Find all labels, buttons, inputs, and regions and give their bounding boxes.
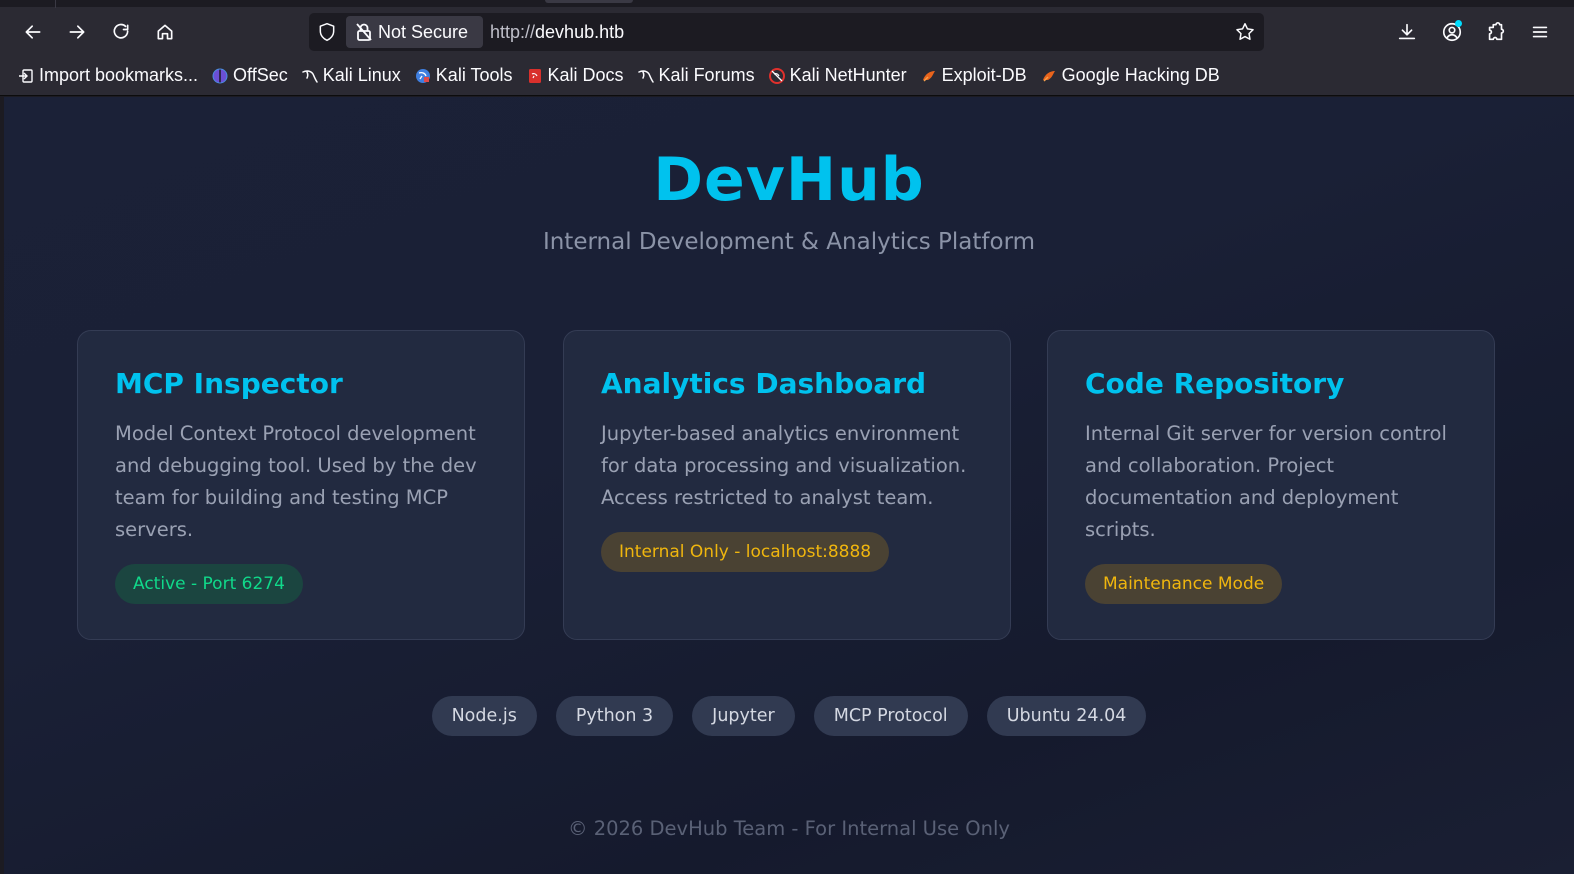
download-icon: [1398, 23, 1416, 40]
status-badge: Maintenance Mode: [1085, 564, 1283, 604]
bookmark-label: Kali Linux: [322, 65, 401, 85]
back-button[interactable]: [17, 16, 49, 48]
bookmarks-toolbar: Import bookmarks... OffSec Kali Linux Kali …: [0, 56, 1574, 96]
bookmark-label: Kali NetHunter: [789, 65, 907, 85]
menu-button[interactable]: [1524, 16, 1556, 48]
card-analytics-dashboard: Analytics Dashboard Jupyter-based analyt…: [563, 330, 1011, 640]
tracking-protection-icon[interactable]: [317, 22, 337, 42]
card-title: MCP Inspector: [115, 367, 343, 400]
extensions-button[interactable]: [1480, 16, 1512, 48]
bookmark-item[interactable]: Exploit-DB: [921, 65, 1027, 86]
card-mcp-inspector: MCP Inspector Model Context Protocol dev…: [77, 330, 525, 640]
bookmark-label: Google Hacking DB: [1061, 65, 1220, 85]
tab-edge: [55, 0, 56, 8]
reload-button[interactable]: [105, 16, 137, 48]
bookmark-label: Kali Tools: [435, 65, 513, 85]
tech-tag: Ubuntu 24.04: [986, 696, 1147, 736]
star-icon: [1236, 23, 1254, 40]
bookmark-label: Import bookmarks...: [39, 65, 199, 85]
page-subtitle: Internal Development & Analytics Platfor…: [542, 229, 1036, 255]
bookmark-item[interactable]: Import bookmarks...: [18, 65, 198, 86]
kali-dragon-icon: [637, 68, 654, 84]
card-description: Jupyter-based analytics environment for …: [601, 422, 967, 509]
arrow-left-icon: [25, 25, 41, 39]
browser-toolbar: Not Secure http://devhub.htb: [0, 8, 1574, 56]
reload-icon: [113, 23, 129, 39]
card-description: Internal Git server for version control …: [1085, 422, 1447, 541]
url-host: devhub.htb: [535, 22, 625, 42]
bookmark-item[interactable]: Kali Linux: [302, 65, 401, 86]
import-icon: [18, 68, 34, 84]
exploitdb-icon: [921, 68, 937, 84]
home-button[interactable]: [149, 16, 181, 48]
bookmark-label: Exploit-DB: [941, 65, 1027, 85]
url-scheme: http://: [490, 22, 536, 42]
tech-tag: Jupyter: [692, 696, 795, 736]
bookmark-item[interactable]: Kali Forums: [637, 65, 755, 86]
status-badge: Internal Only - localhost:8888: [601, 532, 890, 572]
bookmark-label: Kali Forums: [658, 65, 755, 85]
hamburger-icon: [1532, 26, 1548, 38]
bookmark-star-button[interactable]: [1234, 21, 1256, 43]
active-tab-indicator[interactable]: [545, 0, 633, 3]
downloads-button[interactable]: [1391, 16, 1423, 48]
card-title: Analytics Dashboard: [601, 367, 927, 400]
kali-docs-icon: [527, 68, 543, 84]
account-button[interactable]: [1436, 16, 1468, 48]
url-text[interactable]: http://devhub.htb: [490, 22, 624, 43]
tech-tags: Node.js Python 3 Jupyter MCP Protocol Ub…: [4, 696, 1574, 736]
puzzle-icon: [1488, 22, 1505, 41]
kali-tools-icon: [415, 68, 431, 84]
bookmark-item[interactable]: Kali Docs: [527, 65, 624, 86]
tech-tag: MCP Protocol: [813, 696, 968, 736]
bookmark-label: Kali Docs: [547, 65, 624, 85]
bookmark-item[interactable]: OffSec: [212, 65, 288, 86]
card-title: Code Repository: [1085, 367, 1345, 400]
kali-dragon-icon: [302, 68, 318, 84]
card-description: Model Context Protocol development and d…: [115, 422, 477, 541]
nethunter-icon: [768, 67, 785, 84]
insecure-lock-icon: [356, 23, 372, 41]
card-code-repository: Code Repository Internal Git server for …: [1047, 330, 1495, 640]
account-badge: [1455, 20, 1462, 27]
forward-button[interactable]: [61, 16, 93, 48]
page-content: DevHub Internal Development & Analytics …: [4, 97, 1574, 874]
page-footer: © 2026 DevHub Team - For Internal Use On…: [568, 817, 1010, 840]
bookmark-item[interactable]: Kali Tools: [415, 65, 513, 86]
offsec-icon: [212, 68, 228, 84]
arrow-right-icon: [69, 25, 85, 39]
tech-tag: Node.js: [431, 696, 537, 736]
home-icon: [157, 24, 173, 40]
url-bar[interactable]: Not Secure http://devhub.htb: [309, 13, 1264, 51]
bookmark-item[interactable]: Google Hacking DB: [1041, 65, 1220, 86]
exploitdb-icon: [1041, 68, 1057, 84]
not-secure-label: Not Secure: [378, 21, 469, 42]
bookmark-label: OffSec: [233, 65, 288, 85]
bookmark-item[interactable]: Kali NetHunter: [768, 65, 907, 86]
site-security-button[interactable]: Not Secure: [346, 16, 483, 48]
tab-strip: [0, 0, 1574, 8]
page-title: DevHub: [653, 145, 925, 215]
tech-tag: Python 3: [555, 696, 674, 736]
status-badge: Active - Port 6274: [115, 564, 303, 604]
